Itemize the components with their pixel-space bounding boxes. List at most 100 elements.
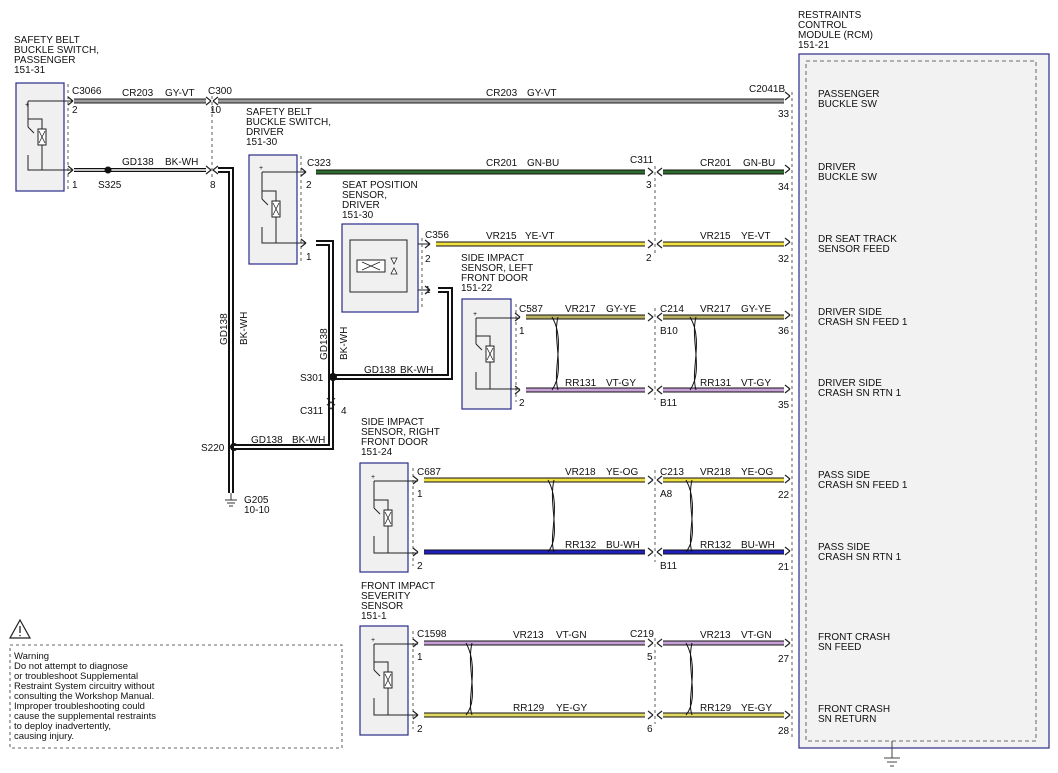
side-left-pin: 2 bbox=[519, 398, 525, 409]
wire-color: YE-VT bbox=[741, 231, 770, 242]
driver-buckle-pin: 1 bbox=[306, 252, 312, 263]
rcm-pin-number: 32 bbox=[778, 254, 790, 265]
c214-label: C214 bbox=[660, 304, 684, 315]
rcm-pin-label: BUCKLE SW bbox=[818, 99, 877, 110]
wire-label: RR132 bbox=[700, 540, 732, 551]
wire-color: GY-VT bbox=[527, 88, 557, 99]
splice-label: S325 bbox=[98, 180, 122, 191]
wire-color: GY-VT bbox=[165, 88, 195, 99]
wire-label: RR129 bbox=[513, 703, 545, 714]
c214-pin: B11 bbox=[660, 398, 677, 409]
front-impact-pin: 2 bbox=[417, 724, 423, 735]
wire-label: CR203 bbox=[122, 88, 154, 99]
wiring-diagram: RESTRAINTS CONTROL MODULE (RCM) 151-21 C… bbox=[8, 10, 1050, 767]
wire-color: VT-GY bbox=[741, 378, 771, 389]
wire-label: VR217 bbox=[565, 304, 596, 315]
wire-color: YE-GY bbox=[556, 703, 587, 714]
wire-color: GY-YE bbox=[741, 304, 772, 315]
wire-label: GD138 bbox=[251, 435, 283, 446]
rcm-pin-label: CRASH SN FEED 1 bbox=[818, 317, 908, 328]
splice-label: S301 bbox=[300, 373, 324, 384]
rcm-pin-label: CRASH SN RTN 1 bbox=[818, 388, 902, 399]
rcm-pin-number: 22 bbox=[778, 490, 790, 501]
passenger-buckle-pin: 2 bbox=[72, 105, 78, 116]
wire-label: VR215 bbox=[486, 231, 517, 242]
wire-label: VR213 bbox=[700, 630, 731, 641]
wire-label: CR201 bbox=[700, 158, 732, 169]
wire-color: VT-GN bbox=[556, 630, 587, 641]
rcm-pin-number: 33 bbox=[778, 109, 790, 120]
side-right-pin: 1 bbox=[417, 489, 423, 500]
rcm-pin-label: CRASH SN RTN 1 bbox=[818, 552, 902, 563]
wire-color: VT-GY bbox=[606, 378, 636, 389]
svg-text:+: + bbox=[473, 311, 477, 318]
splice-s325 bbox=[104, 166, 112, 174]
ground-ref: 10-10 bbox=[244, 505, 270, 516]
wire-label: RR131 bbox=[565, 378, 597, 389]
svg-text:+: + bbox=[371, 637, 375, 644]
wire-label: CR201 bbox=[486, 158, 518, 169]
side-left-connector: C587 bbox=[519, 304, 543, 315]
c300-pin: 10 bbox=[210, 105, 222, 116]
wire-label: VR213 bbox=[513, 630, 544, 641]
wire-color: YE-OG bbox=[606, 467, 638, 478]
wire-color: BU-WH bbox=[741, 540, 775, 551]
driver-buckle-pin: 2 bbox=[306, 180, 312, 191]
driver-buckle-title: 151-30 bbox=[246, 137, 278, 148]
rcm-pin-label: BUCKLE SW bbox=[818, 172, 877, 183]
c300-pin: 8 bbox=[210, 180, 216, 191]
wire-label: VR217 bbox=[700, 304, 731, 315]
seat-sensor-connector: C356 bbox=[425, 230, 449, 241]
svg-text:+: + bbox=[259, 165, 263, 172]
wire-label: RR129 bbox=[700, 703, 732, 714]
wire-color: BK-WH bbox=[292, 435, 325, 446]
c213-pin: B11 bbox=[660, 561, 677, 572]
rcm-pin-number: 35 bbox=[778, 400, 790, 411]
passenger-buckle-title: 151-31 bbox=[14, 65, 46, 76]
splice-label: S220 bbox=[201, 443, 225, 454]
wire-label: VR218 bbox=[565, 467, 596, 478]
wire-color: BU-WH bbox=[606, 540, 640, 551]
rcm-pin-label: SN RETURN bbox=[818, 714, 876, 725]
wire-label: VR218 bbox=[700, 467, 731, 478]
warning-line: causing injury. bbox=[14, 731, 74, 742]
wire-color: YE-GY bbox=[741, 703, 772, 714]
c300-label: C300 bbox=[208, 86, 232, 97]
wire-color: BK-WH bbox=[339, 327, 350, 360]
side-right-pin: 2 bbox=[417, 561, 423, 572]
front-impact-title: 151-1 bbox=[361, 611, 387, 622]
c213-label: C213 bbox=[660, 467, 684, 478]
rcm-pin-number: 28 bbox=[778, 726, 790, 737]
svg-text:+: + bbox=[25, 102, 29, 109]
rcm-pin-number: 27 bbox=[778, 654, 790, 665]
rcm-pin-label: SENSOR FEED bbox=[818, 244, 890, 255]
wire-label: RR131 bbox=[700, 378, 732, 389]
c311-label: C311 bbox=[300, 406, 324, 417]
wire-label: GD138 bbox=[122, 157, 154, 168]
wire-label: CR203 bbox=[486, 88, 518, 99]
seat-sensor-pin: 2 bbox=[425, 254, 431, 265]
wire-label: GD138 bbox=[364, 365, 396, 376]
c213-pin: A8 bbox=[660, 489, 673, 500]
wire-label: RR132 bbox=[565, 540, 597, 551]
wire-label: VR215 bbox=[700, 231, 731, 242]
c311-pin: 2 bbox=[646, 253, 652, 264]
splice-s301 bbox=[329, 373, 337, 381]
passenger-buckle-pin: 1 bbox=[72, 180, 78, 191]
c219-label: C219 bbox=[630, 629, 654, 640]
front-impact-pin: 1 bbox=[417, 652, 423, 663]
wire-color: GN-BU bbox=[527, 158, 559, 169]
front-impact-connector: C1598 bbox=[417, 629, 447, 640]
wire-color: VT-GN bbox=[741, 630, 772, 641]
c311-pin: 3 bbox=[646, 180, 652, 191]
wire-label: GD138 bbox=[219, 313, 230, 345]
wire-color: YE-VT bbox=[525, 231, 554, 242]
rcm-pin-number: 36 bbox=[778, 326, 790, 337]
c219-pin: 5 bbox=[647, 652, 653, 663]
wire-label: GD138 bbox=[319, 328, 330, 360]
c214-pin: B10 bbox=[660, 326, 678, 337]
rcm-pin-label: SN FEED bbox=[818, 642, 861, 653]
wire-color: BK-WH bbox=[400, 365, 433, 376]
side-left-pin: 1 bbox=[519, 326, 525, 337]
side-left-title: 151-22 bbox=[461, 283, 493, 294]
